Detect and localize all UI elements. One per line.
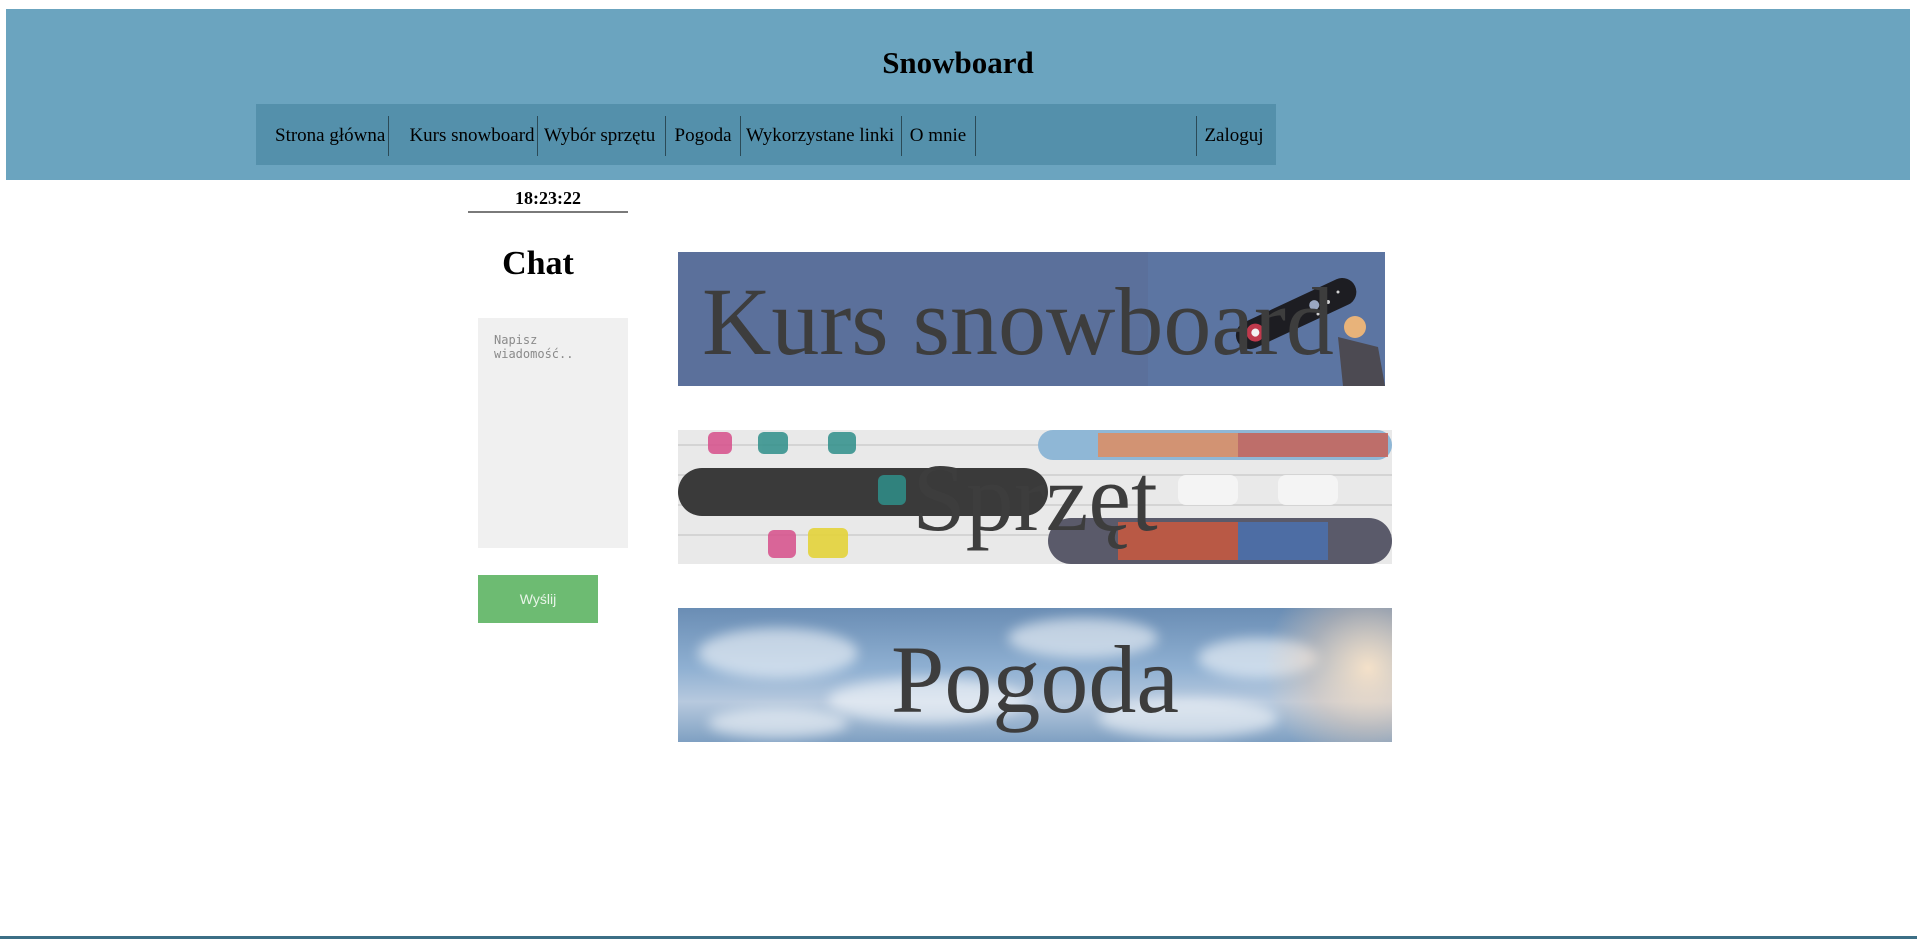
nav-item-zaloguj[interactable]: Zaloguj [1204, 116, 1264, 156]
nav-item-kurs-snowboard[interactable]: Kurs snowboard [396, 116, 548, 156]
nav-separator [740, 116, 741, 156]
banner-label-kurs-snowboard: Kurs snowboard [702, 268, 1334, 375]
main-nav: Strona główna Kurs snowboard Wybór sprzę… [256, 104, 1276, 165]
nav-item-wybor-sprzetu[interactable]: Wybór sprzętu [544, 116, 655, 156]
nav-separator [901, 116, 902, 156]
clock: 18:23:22 [468, 188, 628, 213]
nav-separator [537, 116, 538, 156]
banner-sprzet[interactable]: Sprzęt [678, 430, 1392, 564]
site-title: Snowboard [882, 45, 1034, 80]
nav-item-pogoda[interactable]: Pogoda [672, 116, 734, 156]
nav-separator [665, 116, 666, 156]
nav-item-wykorzystane-linki[interactable]: Wykorzystane linki [746, 116, 894, 156]
site-header: Snowboard Strona główna Kurs snowboard W… [6, 9, 1910, 180]
banner-kurs-snowboard[interactable]: Kurs snowboard [678, 252, 1385, 386]
chat-title: Chat [502, 245, 574, 282]
banner-label-sprzet: Sprzęt [912, 444, 1158, 551]
nav-item-strona-glowna[interactable]: Strona główna [275, 116, 385, 156]
nav-separator [1196, 116, 1197, 156]
page: Snowboard Strona główna Kurs snowboard W… [0, 0, 1917, 939]
nav-separator [388, 116, 389, 156]
banner-label-pogoda: Pogoda [891, 626, 1179, 733]
banner-pogoda[interactable]: Pogoda [678, 608, 1392, 742]
nav-item-o-mnie[interactable]: O mnie [907, 116, 969, 156]
chat-message-input[interactable] [478, 318, 628, 548]
send-button[interactable]: Wyślij [478, 575, 598, 623]
nav-separator [975, 116, 976, 156]
